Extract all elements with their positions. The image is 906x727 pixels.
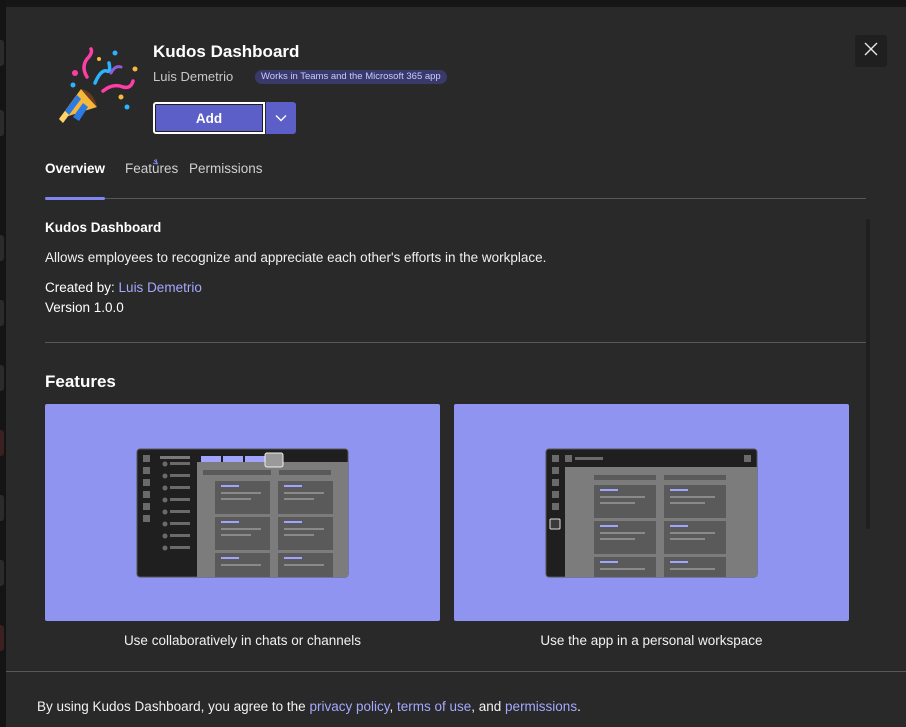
feature-caption-personal: Use the app in a personal workspace	[540, 633, 763, 648]
terms-separator: , and	[471, 699, 506, 714]
add-options-dropdown[interactable]	[266, 102, 296, 134]
feature-illustration	[136, 448, 349, 578]
app-description: Allows employees to recognize and apprec…	[45, 250, 547, 265]
terms-prefix: By using Kudos Dashboard, you agree to t…	[37, 699, 310, 714]
terms-of-use-link[interactable]: terms of use	[397, 699, 471, 714]
tab-features[interactable]: Features	[125, 161, 178, 199]
feature-card-collaborative	[45, 404, 440, 621]
footer: By using Kudos Dashboard, you agree to t…	[6, 671, 906, 727]
content-scrollbar[interactable]	[866, 219, 870, 529]
privacy-policy-link[interactable]: privacy policy	[309, 699, 389, 714]
feature-card-personal	[454, 404, 849, 621]
background-strip	[0, 0, 906, 7]
party-popper-icon	[51, 47, 141, 133]
add-button[interactable]: Add	[153, 102, 265, 134]
terms-notice: By using Kudos Dashboard, you agree to t…	[37, 699, 581, 714]
publisher-link[interactable]: Luis Demetrio	[119, 280, 202, 295]
add-button-group: Add	[153, 102, 296, 134]
tab-permissions[interactable]: Permissions	[189, 161, 263, 199]
close-button[interactable]	[855, 35, 887, 67]
chevron-down-icon	[275, 109, 287, 127]
close-icon	[864, 42, 878, 61]
permissions-link[interactable]: permissions	[505, 699, 577, 714]
terms-separator: ,	[389, 699, 397, 714]
feature-caption-collaborative: Use collaboratively in chats or channels	[123, 633, 362, 648]
publisher-name: Luis Demetrio	[153, 69, 234, 84]
tab-list: Overview Features Permissions	[45, 158, 866, 200]
created-by-label: Created by:	[45, 280, 119, 295]
compatibility-badge: Works in Teams and the Microsoft 365 app	[255, 70, 447, 84]
app-details-dialog: Kudos Dashboard Luis Demetrio Works in T…	[6, 7, 906, 727]
feature-illustration	[545, 448, 758, 578]
divider	[45, 342, 866, 343]
overview-title: Kudos Dashboard	[45, 220, 162, 235]
features-heading: Features	[45, 372, 116, 391]
app-version: Version 1.0.0	[45, 300, 124, 315]
tab-overview[interactable]: Overview	[45, 161, 106, 200]
terms-suffix: .	[577, 699, 581, 714]
created-by: Created by: Luis Demetrio	[45, 280, 202, 295]
app-title: Kudos Dashboard	[153, 42, 300, 61]
